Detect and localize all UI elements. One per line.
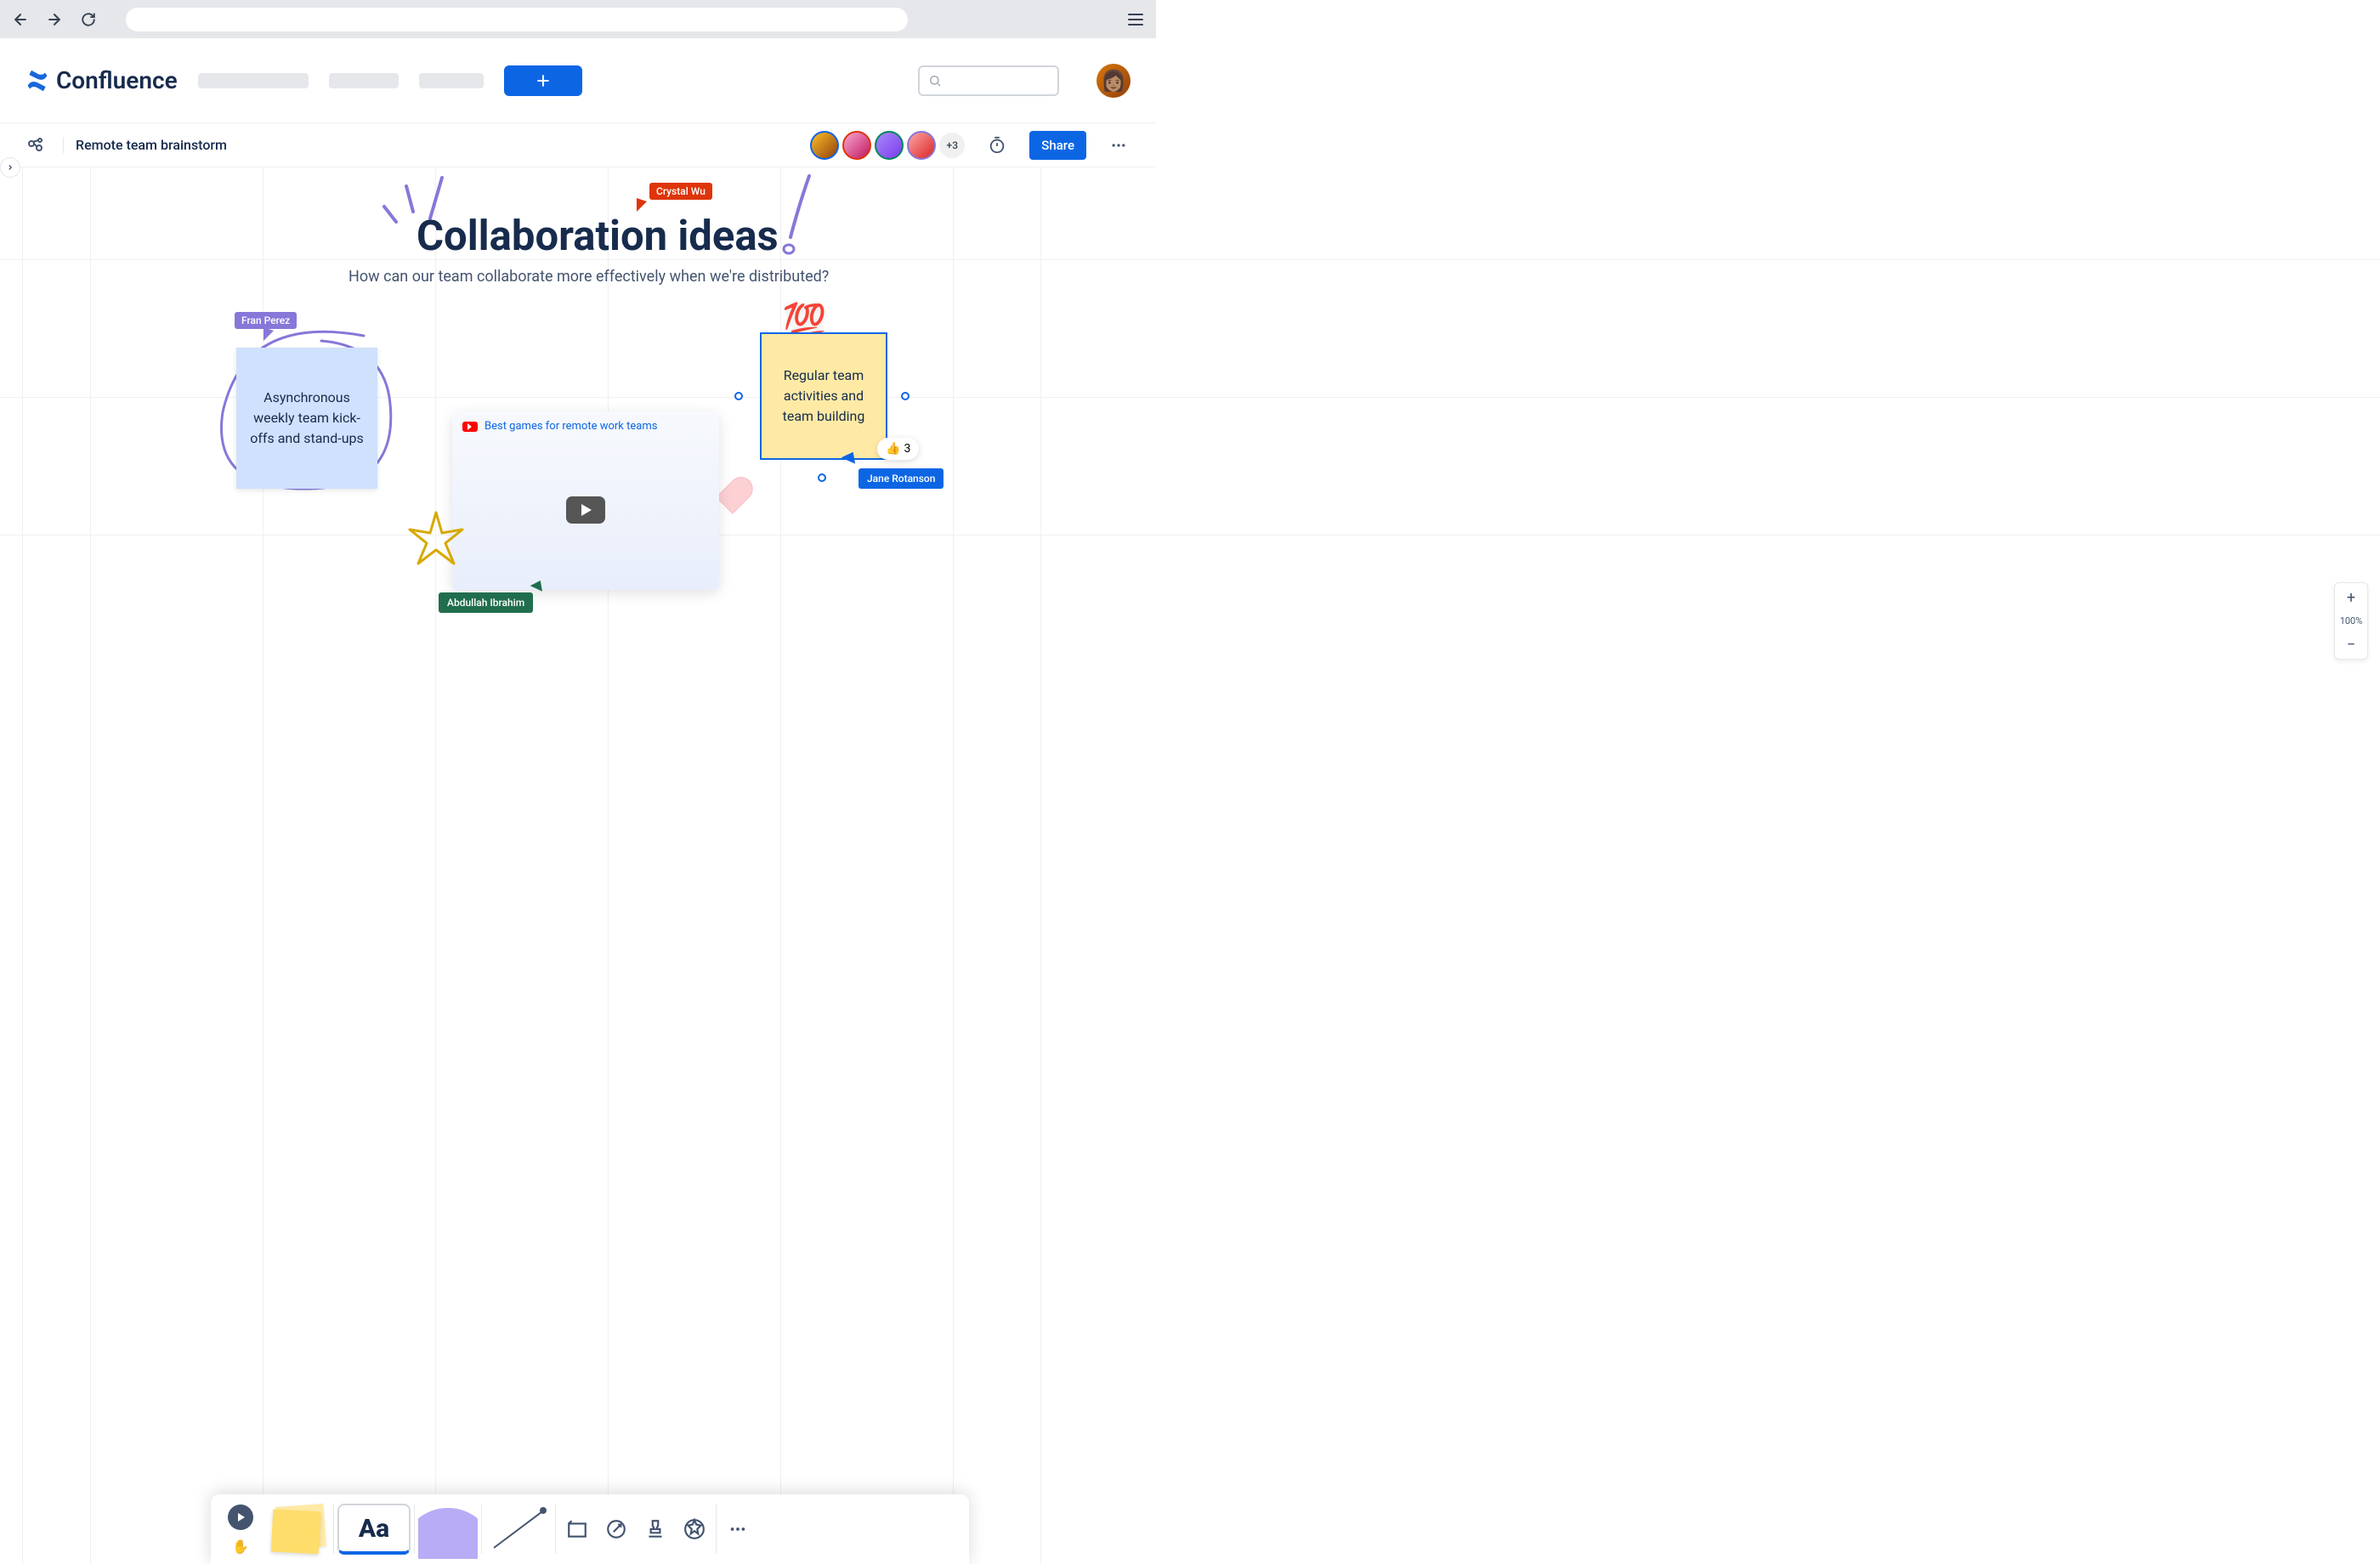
canvas-heading[interactable]: Collaboration ideas — [416, 212, 779, 260]
app-header: Confluence 👩🏽 — [0, 38, 1156, 123]
whiteboard-canvas[interactable]: Collaboration ideas How can our team col… — [0, 167, 2380, 1564]
cursor-pointer-icon — [841, 452, 855, 466]
toolbar-divider — [481, 1504, 482, 1554]
zoom-controls: + 100% − — [2334, 582, 2368, 660]
cursor-pointer-icon — [264, 327, 274, 341]
selection-handle[interactable] — [901, 392, 910, 400]
collaborator-avatar[interactable] — [842, 131, 871, 160]
reaction-badge[interactable]: 👍3 — [877, 438, 919, 460]
browser-chrome — [0, 0, 1156, 38]
plus-icon — [535, 72, 552, 89]
sticky-note-blue[interactable]: Asynchronous weekly team kick-offs and s… — [236, 348, 377, 489]
collaborator-avatar[interactable] — [907, 131, 936, 160]
browser-menu-button[interactable] — [1125, 9, 1146, 30]
youtube-icon — [462, 422, 478, 432]
collaborator-avatar[interactable] — [875, 131, 904, 160]
presentation-mode-button[interactable] — [228, 1504, 253, 1530]
forward-button[interactable] — [44, 9, 65, 30]
share-button[interactable]: Share — [1029, 131, 1086, 160]
text-tool[interactable]: Aa — [337, 1504, 411, 1555]
collaborator-overflow[interactable]: +3 — [939, 133, 965, 158]
timer-button[interactable] — [985, 133, 1009, 157]
reaction-count: 3 — [904, 442, 910, 456]
collaborator-avatar[interactable] — [810, 131, 839, 160]
sticky-note-yellow[interactable]: Regular team activities and team buildin… — [760, 332, 887, 460]
toolbar-more-button[interactable] — [720, 1511, 756, 1547]
toolbar-divider — [333, 1504, 334, 1554]
cursor-label-abdullah: Abdullah Ibrahim — [439, 592, 533, 613]
zoom-in-button[interactable]: + — [2335, 583, 2367, 612]
sticky-note-tool[interactable] — [264, 1505, 330, 1553]
zoom-level[interactable]: 100% — [2340, 612, 2363, 630]
smart-link-tool[interactable] — [598, 1511, 634, 1547]
cursor-label-jane: Jane Rotanson — [858, 468, 944, 489]
video-title[interactable]: Best games for remote work teams — [484, 420, 657, 433]
frame-tool[interactable] — [559, 1511, 595, 1547]
page-bar: Remote team brainstorm +3 Share — [0, 123, 1156, 167]
zoom-out-button[interactable]: − — [2335, 630, 2367, 659]
canvas-subheading[interactable]: How can our team collaborate more effect… — [348, 268, 829, 286]
stamp-tool[interactable] — [638, 1511, 673, 1547]
play-button[interactable] — [566, 496, 605, 524]
cursor-label-crystal: Crystal Wu — [649, 183, 712, 200]
toolbar-divider — [414, 1504, 415, 1554]
more-menu-button[interactable] — [1107, 133, 1130, 157]
video-embed[interactable]: Best games for remote work teams — [452, 411, 719, 590]
collaborator-avatars: +3 — [810, 131, 965, 160]
confluence-icon — [26, 69, 49, 93]
toolbar-divider — [716, 1504, 717, 1554]
cursor-label-fran: Fran Perez — [235, 312, 297, 329]
search-icon — [928, 74, 942, 88]
nav-placeholder[interactable] — [329, 73, 399, 88]
page-title[interactable]: Remote team brainstorm — [63, 137, 227, 153]
selection-handle[interactable] — [734, 392, 743, 400]
whiteboard-icon — [26, 135, 46, 156]
video-header: Best games for remote work teams — [452, 411, 719, 441]
shape-tool[interactable] — [418, 1499, 478, 1559]
user-avatar[interactable]: 👩🏽 — [1096, 64, 1130, 98]
line-tool[interactable] — [485, 1504, 552, 1555]
cursor-pointer-icon — [637, 198, 647, 212]
toolbar-divider — [555, 1504, 556, 1554]
selection-handle[interactable] — [818, 473, 826, 482]
reload-button[interactable] — [78, 9, 99, 30]
nav-placeholder[interactable] — [419, 73, 484, 88]
search-input[interactable] — [918, 65, 1059, 96]
thumbs-up-icon: 👍 — [886, 442, 900, 456]
whiteboard-toolbar: ✋ Aa — [211, 1494, 969, 1564]
create-button[interactable] — [504, 65, 582, 96]
sticker-tool[interactable] — [677, 1511, 712, 1547]
decoration-exclaim — [775, 171, 826, 256]
confluence-logo[interactable]: Confluence — [26, 66, 178, 94]
cursor-pointer-icon — [530, 581, 542, 593]
hand-tool-icon[interactable]: ✋ — [232, 1538, 249, 1555]
url-bar[interactable] — [126, 8, 908, 31]
back-button[interactable] — [10, 9, 31, 30]
app-name: Confluence — [56, 66, 178, 94]
nav-placeholder[interactable] — [198, 73, 309, 88]
sidebar-expand-button[interactable] — [0, 157, 20, 178]
